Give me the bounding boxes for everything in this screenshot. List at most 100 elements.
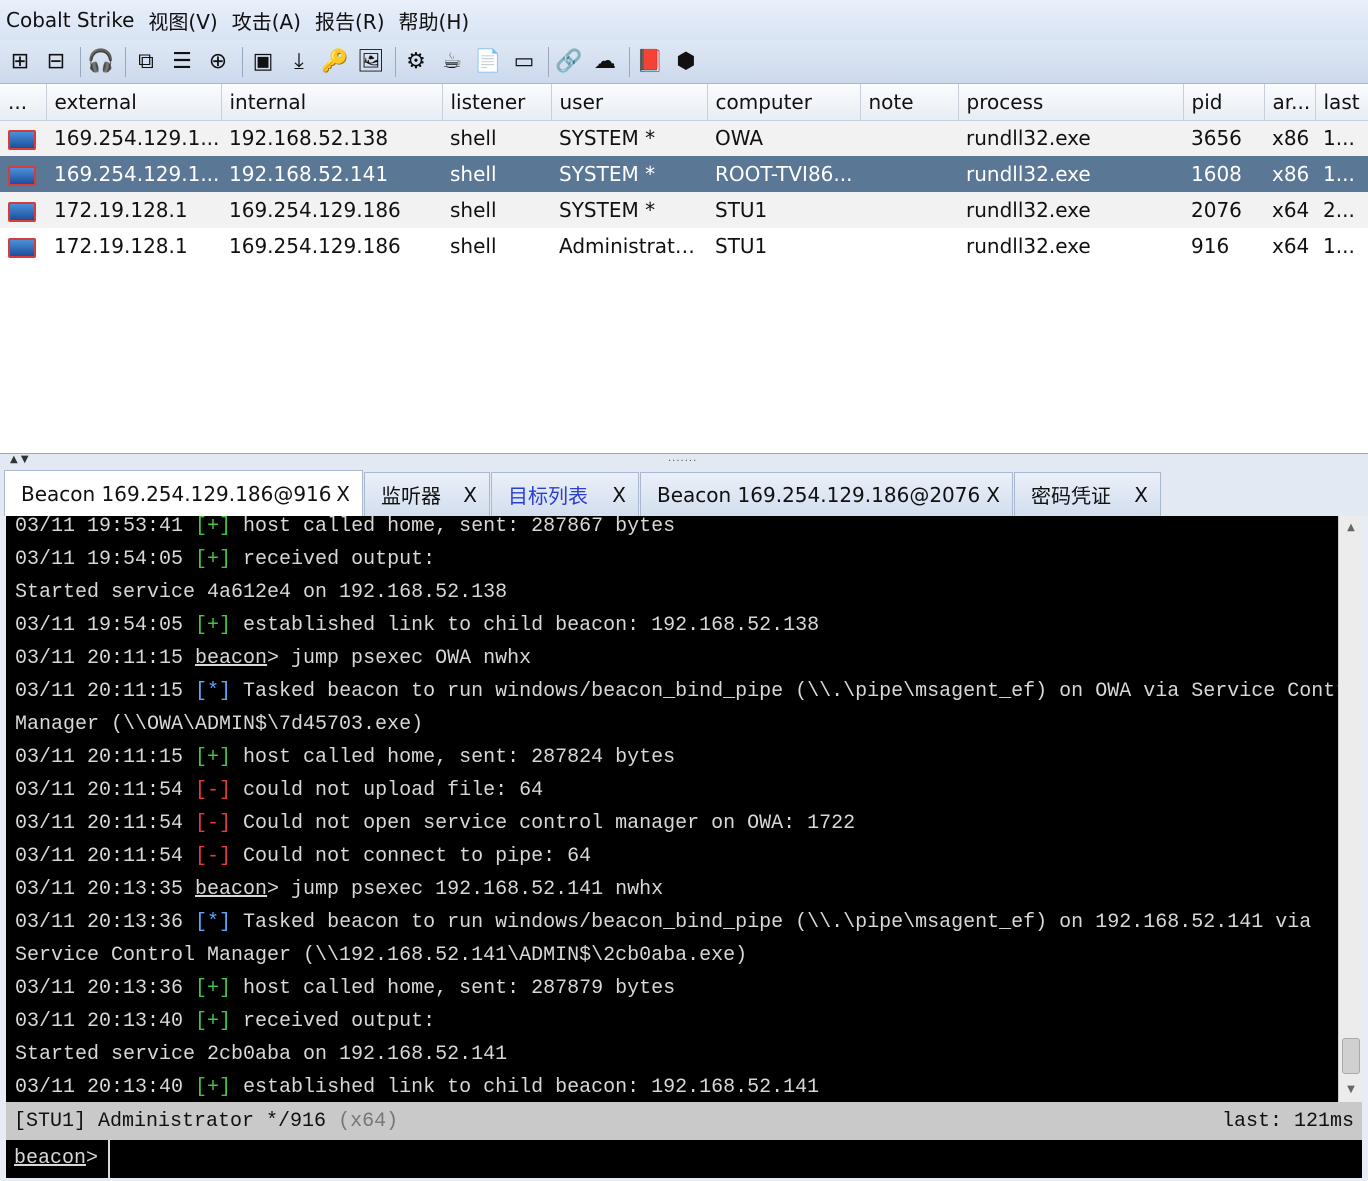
menu-bar: Cobalt Strike 视图(V) 攻击(A) 报告(R) 帮助(H) <box>0 0 1368 40</box>
link-icon[interactable]: 🔗 <box>553 46 585 78</box>
toolbar-separator <box>548 46 549 77</box>
tab-beacon-916[interactable]: Beacon 169.254.129.186@916 X <box>4 470 363 516</box>
toolbar-separator <box>395 46 396 77</box>
toolbar-separator <box>125 46 126 77</box>
command-input[interactable] <box>110 1141 1362 1177</box>
cell-note <box>860 120 958 156</box>
close-icon[interactable]: X <box>986 483 1000 507</box>
keystrokes-icon[interactable]: 🔑 <box>319 46 351 78</box>
console-tag: [+] <box>195 1076 232 1099</box>
console-line: 03/11 20:11:15 beacon> jump psexec OWA n… <box>15 642 1335 675</box>
console-timestamp: 03/11 20:11:15 <box>15 647 196 670</box>
console-timestamp: 03/11 19:54:05 <box>15 548 196 571</box>
splitter-grip-icon[interactable]: ······· <box>668 456 697 467</box>
cloud-icon[interactable]: ☁ <box>589 46 621 78</box>
tab-credentials[interactable]: 密码凭证 X <box>1014 472 1161 516</box>
column-pid[interactable]: pid <box>1183 84 1265 121</box>
beacon-console[interactable]: 03/11 19:53:41 [+] host called home, sen… <box>6 516 1362 1102</box>
column-listener[interactable]: listener <box>442 84 552 121</box>
console-timestamp: 03/11 20:11:54 <box>15 779 196 802</box>
downloads-icon[interactable]: ⤓ <box>283 46 315 78</box>
scroll-up-icon[interactable]: ▲ <box>1341 518 1361 538</box>
console-text: could not upload file: 64 <box>231 779 544 802</box>
tab-beacon-2076[interactable]: Beacon 169.254.129.186@2076 X <box>640 472 1013 516</box>
collapse-arrows-icon[interactable]: ▲ ▼ <box>10 454 29 465</box>
cell-icon <box>0 192 46 228</box>
menu-reporting[interactable]: 报告(R) <box>315 6 385 35</box>
menu-view[interactable]: 视图(V) <box>148 6 217 35</box>
targets-icon[interactable]: ⊕ <box>202 46 234 78</box>
close-icon[interactable]: X <box>1134 483 1148 507</box>
console-timestamp: 03/11 19:54:05 <box>15 614 196 637</box>
cell-process: rundll32.exe <box>958 192 1183 228</box>
app-menu[interactable]: Cobalt Strike <box>6 8 134 32</box>
credentials-icon[interactable]: ▣ <box>247 46 279 78</box>
scrollbar-thumb[interactable] <box>1342 1038 1360 1074</box>
tab-bar: Beacon 169.254.129.186@916 X 监听器 X 目标列表 … <box>0 468 1368 516</box>
cell-listener: shell <box>442 156 551 192</box>
console-text: Tasked beacon to run windows/beacon_bind… <box>231 680 1362 703</box>
console-line: Service Control Manager (\\192.168.52.14… <box>15 939 1335 972</box>
column-arch[interactable]: ar... <box>1264 84 1316 121</box>
screenshots-icon[interactable]: 🖼 <box>355 46 387 78</box>
menu-attack[interactable]: 攻击(A) <box>232 6 301 35</box>
console-timestamp: 03/11 20:13:40 <box>15 1010 196 1033</box>
column-computer[interactable]: computer <box>707 84 861 121</box>
cell-pid: 916 <box>1191 234 1230 258</box>
close-icon[interactable]: X <box>463 483 477 507</box>
new-connection-icon[interactable]: ⊞ <box>4 46 36 78</box>
console-icon[interactable]: ▭ <box>508 46 540 78</box>
console-text: host called home, sent: 287824 bytes <box>231 746 676 769</box>
cell-process: rundll32.exe <box>958 156 1183 192</box>
cell-note <box>860 156 958 192</box>
column-external[interactable]: external <box>46 84 222 121</box>
cell-pid: 1608 <box>1183 156 1264 192</box>
table-row-selected[interactable]: 169.254.129.1... 192.168.52.141 shell SY… <box>0 156 1368 192</box>
cell-user: SYSTEM * <box>551 156 707 192</box>
column-process[interactable]: process <box>958 84 1184 121</box>
pane-splitter[interactable]: ▲ ▼ ······· <box>0 454 1368 468</box>
cell-external: 172.19.128.1 <box>54 234 188 258</box>
toolbar-separator <box>629 46 630 77</box>
table-row[interactable]: 169.254.129.1... 192.168.52.138 shell SY… <box>0 120 1368 156</box>
console-tag: [-] <box>195 845 232 868</box>
prompt-label: beacon <box>14 1147 87 1170</box>
cell-user: Administrator * <box>559 234 707 258</box>
console-line: Manager (\\OWA\ADMIN$\7d45703.exe) <box>15 708 1335 741</box>
console-line: 03/11 19:54:05 [+] received output: <box>15 543 1335 576</box>
console-timestamp: 03/11 20:11:54 <box>15 812 196 835</box>
close-icon[interactable]: X <box>612 483 626 507</box>
table-row[interactable]: 172.19.128.1 169.254.129.186 shell Admin… <box>0 228 1368 264</box>
console-line: 03/11 19:54:05 [+] established link to c… <box>15 609 1335 642</box>
tab-targets[interactable]: 目标列表 X <box>491 472 639 516</box>
column-note[interactable]: note <box>860 84 959 121</box>
disconnect-icon[interactable]: ⊟ <box>40 46 72 78</box>
column-internal[interactable]: internal <box>221 84 443 121</box>
coffee-icon[interactable]: ☕ <box>436 46 468 78</box>
console-scrollbar[interactable]: ▲ ▼ <box>1338 516 1362 1102</box>
book-icon[interactable]: 📕 <box>634 46 666 78</box>
note-icon[interactable]: 📄 <box>472 46 504 78</box>
cube-icon[interactable]: ⬢ <box>670 46 702 78</box>
column-last[interactable]: last <box>1315 84 1368 121</box>
settings-icon[interactable]: ⚙ <box>400 46 432 78</box>
column-user[interactable]: user <box>551 84 708 121</box>
pivot-graph-icon[interactable]: ⧉ <box>130 46 162 78</box>
session-table-icon[interactable]: ☰ <box>166 46 198 78</box>
tab-listeners[interactable]: 监听器 X <box>364 472 490 516</box>
console-text: Could not connect to pipe: 64 <box>231 845 592 868</box>
cell-last: 1... <box>1323 234 1355 258</box>
console-tag: [-] <box>195 812 232 835</box>
table-row[interactable]: 172.19.128.1 169.254.129.186 shell SYSTE… <box>0 192 1368 228</box>
console-timestamp: 03/11 20:11:54 <box>15 845 196 868</box>
scroll-down-icon[interactable]: ▼ <box>1341 1080 1361 1100</box>
headphones-icon[interactable]: 🎧 <box>85 46 117 78</box>
close-icon[interactable]: X <box>336 482 350 506</box>
status-last: last: 121ms <box>1221 1109 1354 1133</box>
console-tag: [*] <box>195 680 232 703</box>
cell-arch: x86 <box>1264 156 1315 192</box>
column-icon[interactable]: ... <box>0 84 47 121</box>
menu-help[interactable]: 帮助(H) <box>399 6 470 35</box>
console-text: Could not open service control manager o… <box>231 812 856 835</box>
command-prompt: beacon> <box>6 1140 110 1178</box>
